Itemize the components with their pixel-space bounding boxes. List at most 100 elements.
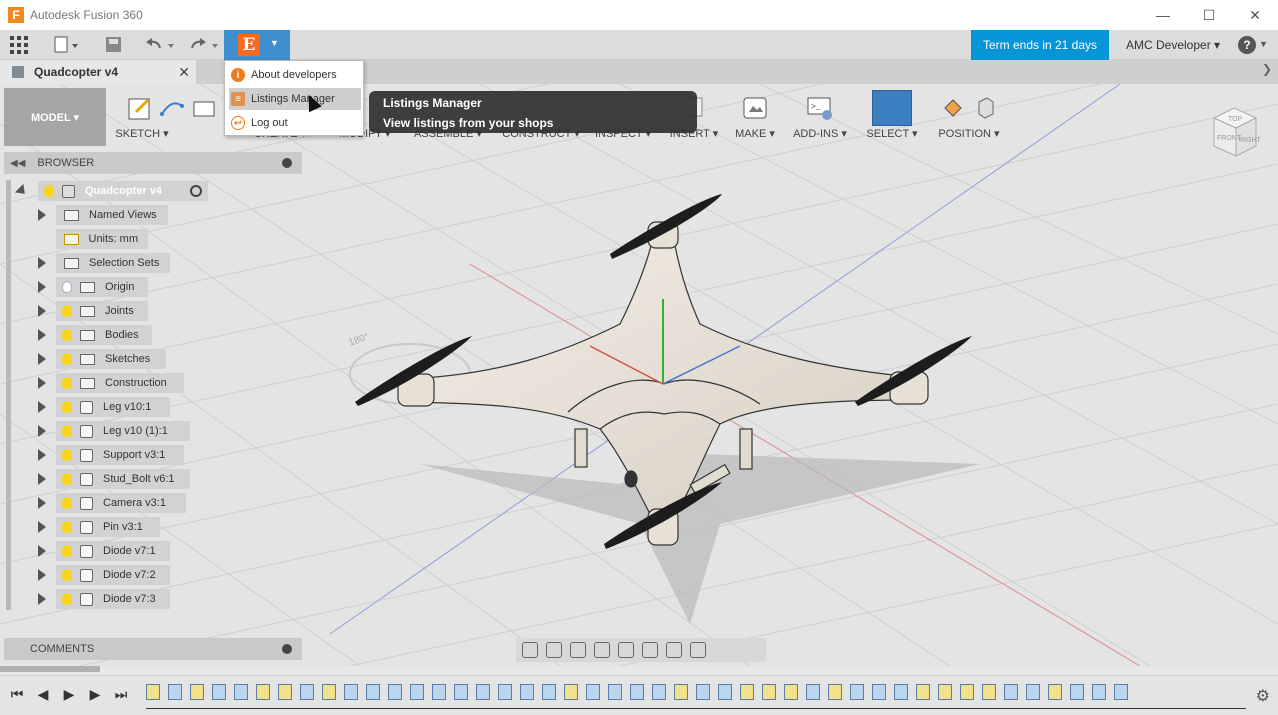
comments-header[interactable]: COMMENTS	[4, 638, 302, 660]
visibility-bulb-icon[interactable]	[62, 401, 72, 413]
timeline-settings-icon[interactable]: ⚙	[1256, 686, 1270, 706]
visibility-bulb-icon[interactable]	[62, 377, 72, 389]
visibility-bulb-icon[interactable]	[62, 305, 72, 317]
help-chevron-down-icon[interactable]: ▼	[1259, 39, 1268, 49]
expand-triangle-icon[interactable]	[38, 353, 46, 365]
menu-item-log-out[interactable]: ↩ Log out	[229, 112, 361, 134]
menu-item-about-developers[interactable]: i About developers	[229, 64, 361, 86]
create-sketch-icon[interactable]	[126, 94, 154, 122]
timeline-feature[interactable]	[564, 684, 578, 700]
timeline-feature[interactable]	[300, 684, 314, 700]
timeline-feature[interactable]	[476, 684, 490, 700]
close-window-button[interactable]: ✕	[1232, 0, 1278, 30]
timeline-feature[interactable]	[212, 684, 226, 700]
expand-triangle-icon[interactable]	[38, 497, 46, 509]
timeline-feature[interactable]	[234, 684, 248, 700]
timeline-feature[interactable]	[542, 684, 556, 700]
revert-position-icon[interactable]	[971, 94, 999, 122]
timeline-feature[interactable]	[1026, 684, 1040, 700]
timeline-feature[interactable]	[740, 684, 754, 700]
timeline-feature[interactable]	[674, 684, 688, 700]
expand-triangle-icon[interactable]	[38, 209, 46, 221]
expand-triangle-icon[interactable]	[38, 305, 46, 317]
file-menu-icon[interactable]	[54, 36, 80, 54]
expand-triangle-icon[interactable]	[38, 329, 46, 341]
expand-triangle-icon[interactable]	[38, 593, 46, 605]
timeline-feature[interactable]	[828, 684, 842, 700]
select-tool-icon[interactable]	[872, 90, 912, 126]
expand-triangle-icon[interactable]	[38, 401, 46, 413]
timeline-feature[interactable]	[938, 684, 952, 700]
timeline-feature[interactable]	[960, 684, 974, 700]
browser-collapse-icon[interactable]	[282, 158, 292, 168]
timeline-feature[interactable]	[982, 684, 996, 700]
timeline-feature[interactable]	[454, 684, 468, 700]
visibility-bulb-icon[interactable]	[62, 353, 72, 365]
timeline-feature[interactable]	[630, 684, 644, 700]
expand-triangle-icon[interactable]	[38, 521, 46, 533]
visibility-bulb-icon[interactable]	[62, 593, 72, 605]
timeline-feature[interactable]	[586, 684, 600, 700]
zoom-icon[interactable]	[594, 642, 610, 658]
etsy-addin-button[interactable]: E ▼	[224, 30, 290, 60]
timeline-feature[interactable]	[1004, 684, 1018, 700]
timeline-start-icon[interactable]: ⏮	[8, 686, 26, 703]
timeline-feature[interactable]	[322, 684, 336, 700]
scripts-addins-icon[interactable]: >_	[806, 94, 834, 122]
data-panel-grid-icon[interactable]	[10, 36, 28, 54]
timeline-feature[interactable]	[520, 684, 534, 700]
expand-triangle-icon[interactable]	[38, 257, 46, 269]
visibility-bulb-icon[interactable]	[62, 545, 72, 557]
timeline-feature[interactable]	[850, 684, 864, 700]
timeline-feature[interactable]	[190, 684, 204, 700]
display-settings-icon[interactable]	[642, 642, 658, 658]
timeline-feature[interactable]	[696, 684, 710, 700]
chevron-right-icon[interactable]: ❯	[1262, 62, 1272, 76]
visibility-bulb-icon[interactable]	[62, 569, 72, 581]
menu-item-listings-manager[interactable]: ≡ Listings Manager	[229, 88, 361, 110]
redo-icon[interactable]	[188, 36, 222, 54]
close-tab-icon[interactable]: ✕	[178, 64, 190, 81]
viewports-icon[interactable]	[690, 642, 706, 658]
add-ins-group[interactable]: >_ ADD-INS ▾	[792, 88, 848, 146]
timeline-feature[interactable]	[718, 684, 732, 700]
timeline-feature[interactable]	[762, 684, 776, 700]
timeline-feature[interactable]	[806, 684, 820, 700]
timeline-feature[interactable]	[916, 684, 930, 700]
timeline-feature[interactable]	[410, 684, 424, 700]
pan-hand-icon[interactable]	[570, 642, 586, 658]
timeline-track[interactable]	[146, 684, 1246, 704]
collapse-panel-icon[interactable]: ◀◀	[10, 158, 25, 169]
timeline-feature[interactable]	[1070, 684, 1084, 700]
visibility-bulb-icon[interactable]	[62, 449, 72, 461]
activate-radio-icon[interactable]	[190, 185, 202, 197]
maximize-button[interactable]: ☐	[1186, 0, 1232, 30]
timeline-feature[interactable]	[894, 684, 908, 700]
fit-zoom-icon[interactable]	[618, 642, 634, 658]
save-icon[interactable]	[105, 36, 123, 54]
tree-root-pill[interactable]: Quadcopter v4	[38, 181, 208, 201]
minimize-button[interactable]: —	[1140, 0, 1186, 30]
visibility-bulb-icon[interactable]	[62, 497, 72, 509]
timeline-feature[interactable]	[344, 684, 358, 700]
visibility-bulb-icon[interactable]	[62, 329, 72, 341]
horizontal-scrollbar[interactable]	[0, 666, 100, 672]
expand-triangle-icon[interactable]	[38, 473, 46, 485]
expand-triangle-icon[interactable]	[38, 569, 46, 581]
document-tab[interactable]: Quadcopter v4 ✕	[0, 60, 196, 84]
expand-triangle-icon[interactable]	[38, 281, 46, 293]
rectangle-tool-icon[interactable]	[190, 94, 218, 122]
timeline-forward-icon[interactable]: ▶	[86, 686, 104, 703]
timeline-feature[interactable]	[256, 684, 270, 700]
visibility-bulb-off-icon[interactable]	[62, 281, 72, 293]
capture-position-icon[interactable]	[939, 94, 967, 122]
timeline-feature[interactable]	[498, 684, 512, 700]
timeline-back-icon[interactable]: ◀	[34, 686, 52, 703]
timeline-end-icon[interactable]: ⏭	[112, 686, 130, 703]
timeline-feature[interactable]	[432, 684, 446, 700]
orbit-icon[interactable]	[522, 642, 538, 658]
timeline-feature[interactable]	[366, 684, 380, 700]
visibility-bulb-icon[interactable]	[44, 185, 54, 197]
help-icon[interactable]: ?	[1238, 36, 1256, 54]
visibility-bulb-icon[interactable]	[62, 521, 72, 533]
